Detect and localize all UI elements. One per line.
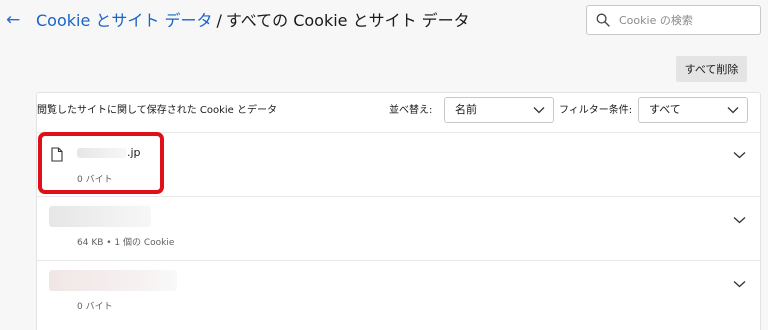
- site-size: 0 バイト: [77, 302, 113, 312]
- chevron-down-icon: [727, 107, 739, 114]
- cookie-list-panel: 閲覧したサイトに関して保存された Cookie とデータ 並べ替え: 名前 フィ…: [36, 92, 761, 330]
- chevron-down-icon[interactable]: [733, 216, 746, 224]
- delete-all-button[interactable]: すべて削除: [676, 56, 747, 82]
- sort-label: 並べ替え:: [389, 105, 433, 116]
- breadcrumb: Cookie とサイト データ / すべての Cookie とサイト データ: [36, 9, 470, 33]
- site-size: 0 バイト: [77, 175, 113, 185]
- page-title: すべての Cookie とサイト データ: [225, 11, 470, 30]
- filter-label: フィルター条件:: [559, 105, 633, 116]
- back-arrow-icon[interactable]: ←: [6, 9, 24, 31]
- filter-select-value: すべて: [649, 103, 681, 116]
- chevron-down-icon[interactable]: [733, 151, 746, 159]
- chevron-down-icon[interactable]: [733, 280, 746, 288]
- search-icon: [596, 13, 610, 27]
- site-size: 64 KB • 1 個の Cookie: [77, 238, 175, 248]
- site-row[interactable]: 64 KB • 1 個の Cookie: [37, 196, 760, 260]
- sort-select-value: 名前: [455, 103, 477, 116]
- redacted-domain: [49, 270, 177, 291]
- site-domain: .jp: [127, 146, 141, 159]
- search-box[interactable]: [586, 5, 761, 35]
- redacted-domain: [77, 148, 127, 158]
- sort-select[interactable]: 名前: [444, 97, 554, 123]
- redacted-domain: [49, 206, 151, 227]
- filter-select[interactable]: すべて: [638, 97, 748, 123]
- panel-title-text: 閲覧したサイトに関して保存された Cookie とデータ: [37, 105, 277, 116]
- search-input[interactable]: [619, 6, 757, 34]
- file-icon: [51, 147, 63, 162]
- breadcrumb-cookies-link[interactable]: Cookie とサイト データ: [36, 11, 212, 30]
- chevron-down-icon: [533, 107, 545, 114]
- site-row[interactable]: .jp 0 バイト: [37, 132, 760, 196]
- breadcrumb-separator: /: [216, 11, 222, 30]
- site-row[interactable]: 0 バイト: [37, 260, 760, 324]
